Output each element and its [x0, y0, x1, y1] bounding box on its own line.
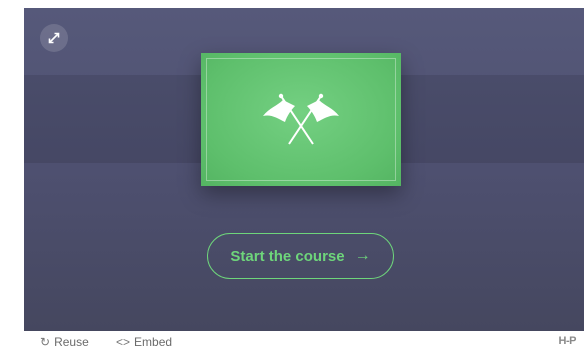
- start-course-label: Start the course: [230, 247, 345, 265]
- course-stage: Start the course →: [24, 8, 584, 331]
- embed-icon: <>: [116, 335, 131, 349]
- footer-bar: ↻ Reuse <> Embed H-P: [24, 331, 584, 353]
- reuse-icon: ↻: [40, 335, 51, 349]
- reuse-label: Reuse: [54, 335, 89, 349]
- start-course-button[interactable]: Start the course →: [207, 233, 394, 279]
- course-cover-card: [201, 53, 401, 186]
- h5p-logo[interactable]: H-P: [559, 335, 577, 347]
- arrow-right-icon: →: [354, 247, 371, 264]
- crossed-flags-icon: [263, 93, 339, 145]
- embed-button[interactable]: <> Embed: [116, 335, 172, 349]
- embed-label: Embed: [134, 335, 173, 349]
- reuse-button[interactable]: ↻ Reuse: [40, 335, 89, 349]
- expand-icon: [48, 32, 60, 44]
- fullscreen-button[interactable]: [40, 24, 68, 52]
